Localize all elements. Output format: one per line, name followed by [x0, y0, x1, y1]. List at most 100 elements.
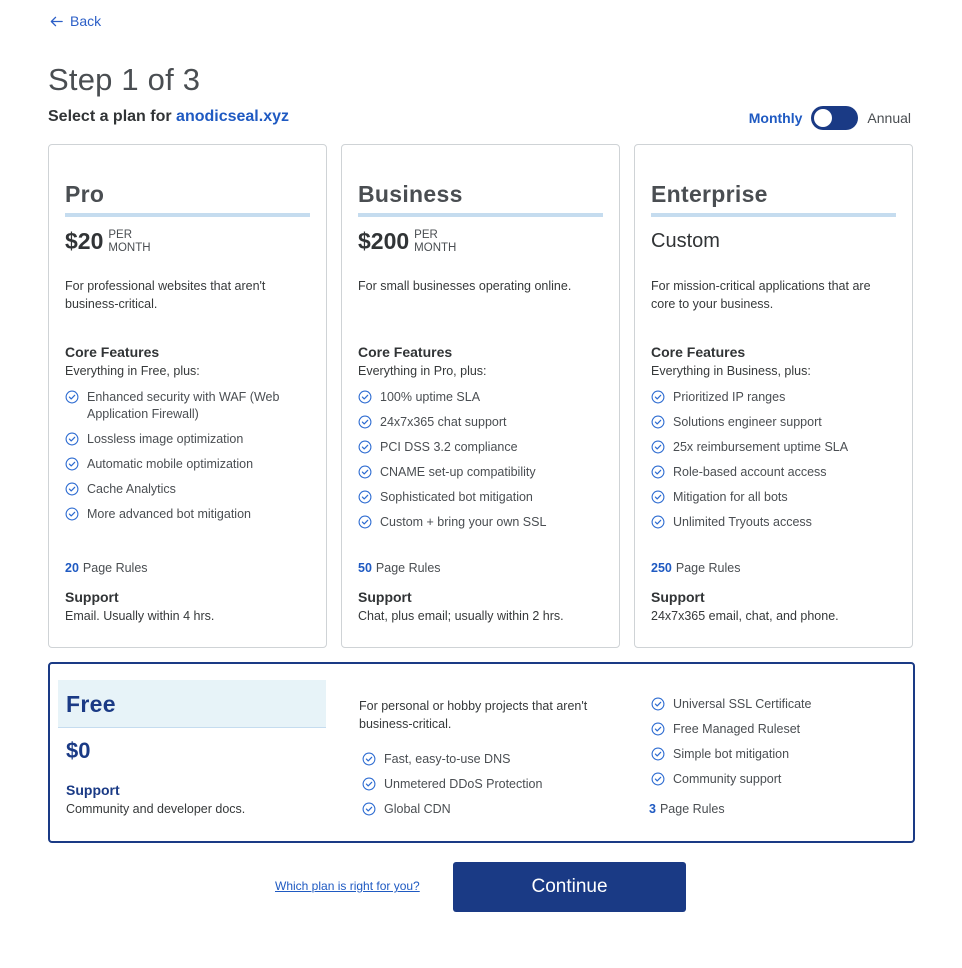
plan-card-pro[interactable]: Pro $20 PER MONTH For professional websit…	[48, 144, 327, 648]
billing-toggle[interactable]	[811, 106, 859, 130]
feature-item: PCI DSS 3.2 compliance	[358, 439, 603, 456]
plan-description: For professional websites that aren't bu…	[65, 279, 266, 311]
feature-label: Simple bot mitigation	[673, 747, 790, 761]
plan-name: Free	[66, 691, 116, 717]
feature-item: Sophisticated bot mitigation	[358, 489, 603, 506]
feature-label: Automatic mobile optimization	[87, 457, 254, 471]
plan-card-enterprise[interactable]: Enterprise Custom For mission-critical a…	[634, 144, 913, 648]
check-circle-icon	[651, 772, 665, 786]
support-text: 24x7x365 email, chat, and phone.	[651, 609, 839, 623]
which-plan-link[interactable]: Which plan is right for you?	[275, 879, 420, 893]
feature-item: Simple bot mitigation	[651, 746, 901, 763]
feature-label: Role-based account access	[673, 465, 827, 479]
feature-item: Enhanced security with WAF (Web Applicat…	[65, 389, 310, 423]
feature-label: Sophisticated bot mitigation	[380, 490, 533, 504]
toggle-knob	[814, 109, 833, 127]
feature-item: 25x reimbursement uptime SLA	[651, 439, 896, 456]
feature-label: 100% uptime SLA	[380, 390, 481, 404]
check-circle-icon	[651, 415, 665, 429]
feature-label: Universal SSL Certificate	[673, 697, 812, 711]
feature-item: Cache Analytics	[65, 481, 310, 498]
core-features-title: Core Features	[358, 344, 453, 360]
feature-label: Unmetered DDoS Protection	[384, 777, 543, 791]
feature-label: More advanced bot mitigation	[87, 507, 251, 521]
plan-card-business[interactable]: Business $200 PER MONTH For small busines…	[341, 144, 620, 648]
feature-label: Fast, easy-to-use DNS	[384, 752, 511, 766]
feature-item: Global CDN	[362, 801, 632, 818]
feature-item: CNAME set-up compatibility	[358, 464, 603, 481]
check-circle-icon	[362, 752, 376, 766]
feature-label: Lossless image optimization	[87, 432, 244, 446]
plan-price: $20 PER MONTH	[65, 227, 151, 255]
page-rules-count: 20	[65, 561, 79, 575]
plan-card-free[interactable]: Free $0 Support Community and developer …	[48, 662, 915, 843]
check-circle-icon	[358, 415, 372, 429]
price-period: PER MONTH	[414, 229, 457, 254]
feature-label: Cache Analytics	[87, 482, 176, 496]
page-rules-count: 50	[358, 561, 372, 575]
check-circle-icon	[358, 465, 372, 479]
feature-label: Prioritized IP ranges	[673, 390, 786, 404]
plan-divider	[651, 213, 896, 217]
feature-item: Solutions engineer support	[651, 414, 896, 431]
continue-button[interactable]: Continue	[453, 862, 686, 912]
core-features-subtitle: Everything in Free, plus:	[65, 364, 200, 378]
check-circle-icon	[651, 390, 665, 404]
core-features-subtitle: Everything in Business, plus:	[651, 364, 811, 378]
feature-label: 24x7x365 chat support	[380, 415, 507, 429]
feature-label: Unlimited Tryouts access	[673, 515, 812, 529]
support-title: Support	[651, 589, 705, 605]
plan-description: For mission-critical applications that a…	[651, 279, 871, 311]
support-title: Support	[65, 589, 119, 605]
check-circle-icon	[358, 440, 372, 454]
feature-item: 100% uptime SLA	[358, 389, 603, 406]
domain-name: anodicseal.xyz	[176, 108, 289, 125]
page-rules: 50 Page Rules	[358, 561, 441, 575]
feature-item: Lossless image optimization	[65, 431, 310, 448]
support-text: Chat, plus email; usually within 2 hrs.	[358, 609, 564, 623]
feature-item: Universal SSL Certificate	[651, 696, 901, 713]
plan-name: Pro	[65, 181, 105, 207]
feature-label: PCI DSS 3.2 compliance	[380, 440, 518, 454]
support-title: Support	[66, 782, 120, 798]
check-circle-icon	[65, 507, 79, 521]
plan-name: Business	[358, 181, 463, 207]
feature-label: Community support	[673, 772, 782, 786]
feature-list: Enhanced security with WAF (Web Applicat…	[65, 389, 310, 531]
monthly-label[interactable]: Monthly	[749, 110, 803, 126]
feature-item: More advanced bot mitigation	[65, 506, 310, 523]
billing-period-switch: Monthly Annual	[749, 106, 911, 130]
annual-label[interactable]: Annual	[867, 110, 911, 126]
feature-item: Mitigation for all bots	[651, 489, 896, 506]
feature-label: Enhanced security with WAF (Web Applicat…	[87, 390, 280, 421]
feature-label: Free Managed Ruleset	[673, 722, 801, 736]
check-circle-icon	[65, 482, 79, 496]
back-link[interactable]: Back	[49, 13, 101, 29]
feature-item: Unmetered DDoS Protection	[362, 776, 632, 793]
check-circle-icon	[362, 777, 376, 791]
check-circle-icon	[651, 465, 665, 479]
check-circle-icon	[651, 697, 665, 711]
support-title: Support	[358, 589, 412, 605]
check-circle-icon	[358, 390, 372, 404]
feature-label: Global CDN	[384, 802, 451, 816]
feature-item: Community support	[651, 771, 901, 788]
plan-description: For personal or hobby projects that aren…	[359, 699, 588, 731]
feature-item: Custom + bring your own SSL	[358, 514, 603, 531]
plan-divider	[65, 213, 310, 217]
check-circle-icon	[358, 490, 372, 504]
check-circle-icon	[651, 722, 665, 736]
core-features-subtitle: Everything in Pro, plus:	[358, 364, 487, 378]
plan-price: $200 PER MONTH	[358, 227, 456, 255]
page-rules: 250 Page Rules	[651, 561, 741, 575]
price-amount: $200	[358, 228, 410, 254]
support-text: Community and developer docs.	[66, 802, 246, 816]
price-amount: $0	[66, 738, 91, 763]
feature-item: Fast, easy-to-use DNS	[362, 751, 632, 768]
feature-item: Unlimited Tryouts access	[651, 514, 896, 531]
feature-label: CNAME set-up compatibility	[380, 465, 536, 479]
page-rules: 3 Page Rules	[649, 802, 725, 816]
plan-subtitle: Select a plan for anodicseal.xyz	[48, 108, 289, 126]
page-rules: 20 Page Rules	[65, 561, 148, 575]
arrow-left-icon	[50, 16, 63, 26]
